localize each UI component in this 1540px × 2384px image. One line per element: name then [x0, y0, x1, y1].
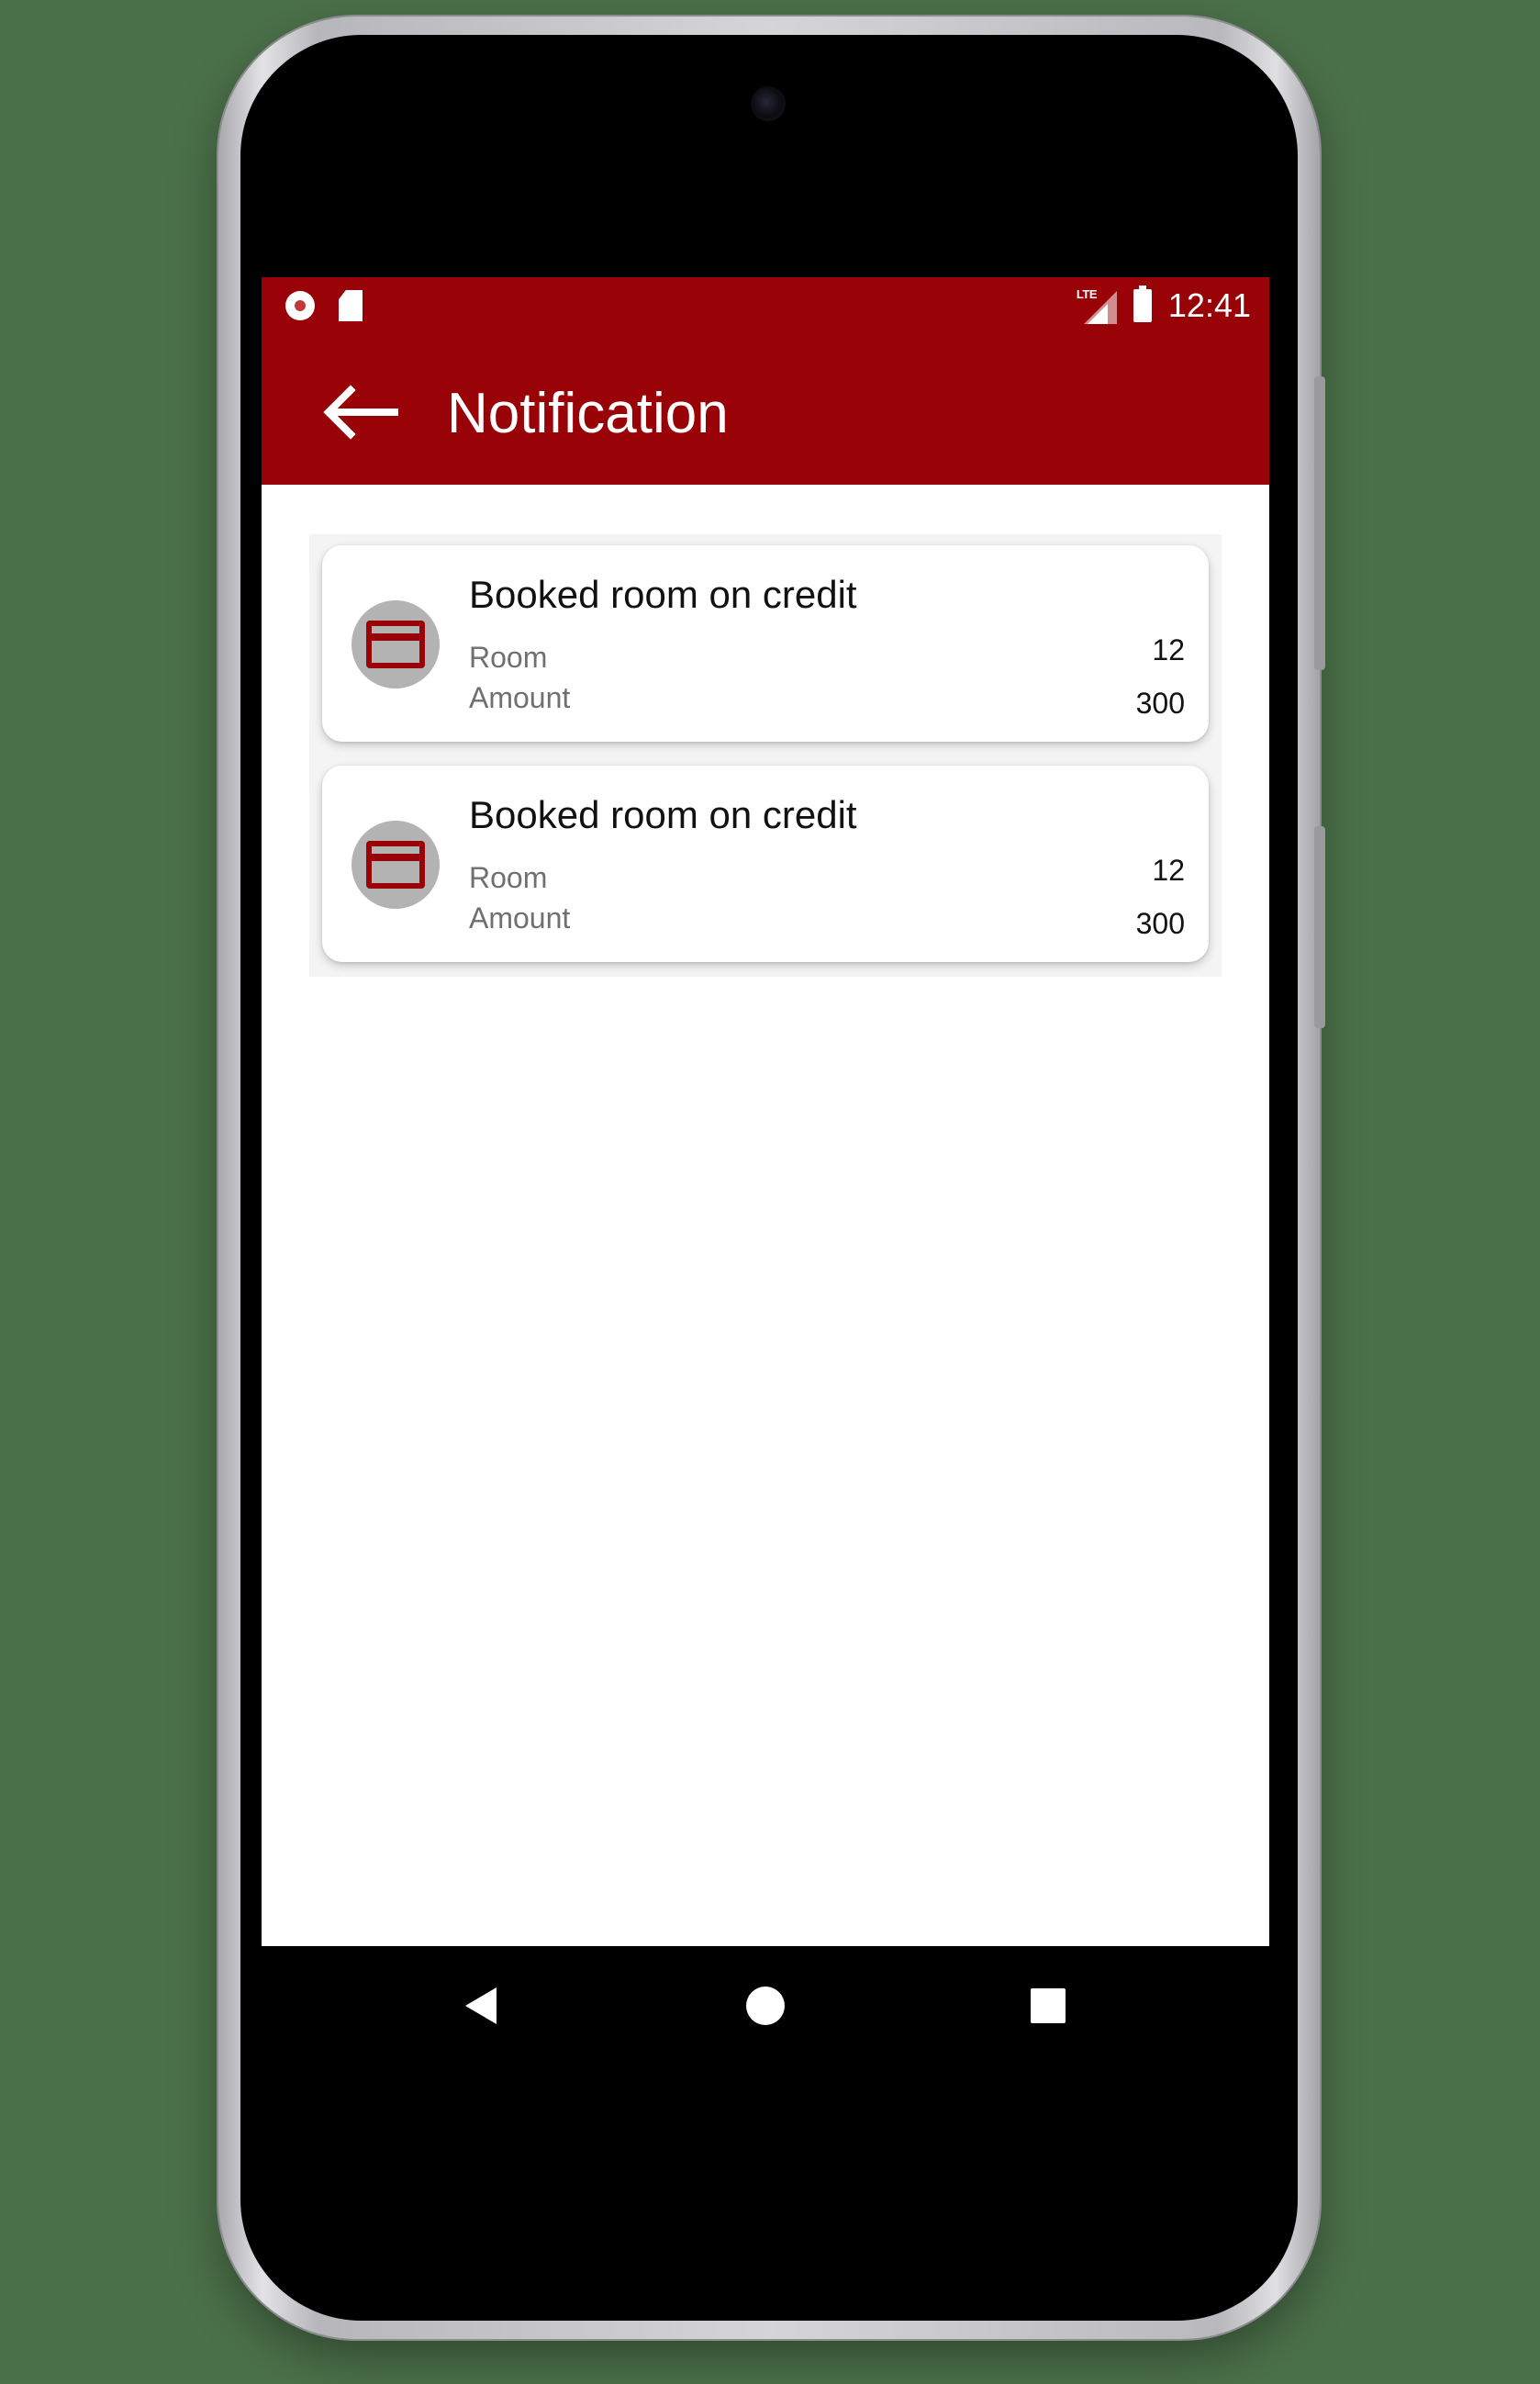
amount-label: Amount — [469, 681, 571, 714]
amount-label: Amount — [469, 901, 571, 935]
back-triangle-icon — [465, 1987, 497, 2024]
amount-value: 300 — [1135, 687, 1185, 720]
record-icon — [285, 291, 315, 320]
status-time: 12:41 — [1167, 286, 1251, 324]
notification-list: Booked room on credit Room Amount 12 300… — [309, 534, 1222, 977]
room-label: Room — [469, 861, 548, 894]
sd-card-icon — [339, 290, 363, 321]
lte-signal-icon: LTE — [1077, 287, 1117, 324]
app-screen: LTE 12:41 Notification Booked room on cr… — [262, 277, 1269, 1946]
amount-value: 300 — [1135, 907, 1185, 940]
notification-title: Booked room on credit — [469, 793, 857, 836]
power-button — [1314, 826, 1325, 1028]
credit-card-icon — [366, 621, 425, 668]
notification-card[interactable]: Booked room on credit Room Amount 12 300 — [322, 766, 1209, 962]
home-circle-icon — [746, 1987, 785, 2025]
recents-square-icon — [1031, 1988, 1066, 2023]
room-label: Room — [469, 641, 548, 674]
volume-button — [1314, 376, 1325, 670]
room-value: 12 — [1152, 633, 1185, 666]
page-title: Notification — [447, 382, 729, 445]
card-avatar — [352, 600, 440, 688]
card-avatar — [352, 821, 440, 909]
room-value: 12 — [1152, 854, 1185, 887]
back-button[interactable] — [318, 380, 401, 444]
nav-back-button[interactable] — [449, 1974, 513, 2038]
front-camera — [751, 86, 786, 121]
status-right-icons: LTE 12:41 — [1077, 285, 1251, 325]
nav-recents-button[interactable] — [1016, 1974, 1080, 2038]
battery-icon — [1133, 285, 1152, 322]
credit-card-icon — [366, 841, 425, 889]
notification-card[interactable]: Booked room on credit Room Amount 12 300 — [322, 545, 1209, 742]
arrow-left-icon — [323, 385, 398, 440]
status-left-icons — [285, 290, 363, 321]
app-bar: Notification — [262, 338, 1269, 485]
status-bar: LTE 12:41 — [262, 277, 1269, 338]
nav-home-button[interactable] — [733, 1974, 798, 2038]
navigation-bar — [262, 1946, 1269, 2065]
notification-title: Booked room on credit — [469, 573, 857, 616]
